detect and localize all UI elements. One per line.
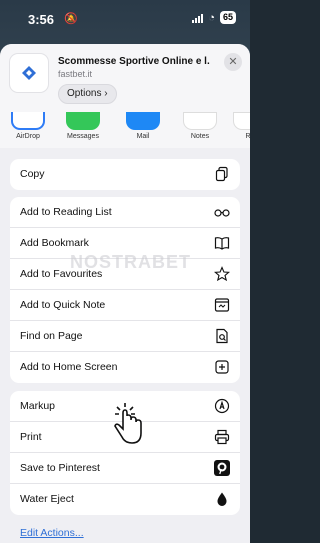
glasses-icon xyxy=(214,204,230,220)
app-messages[interactable]: Messages xyxy=(61,112,105,140)
action-group-copy: Copy xyxy=(10,159,240,190)
app-label: Messages xyxy=(67,133,99,140)
action-label: Water Eject xyxy=(20,493,74,505)
action-label: Print xyxy=(20,431,42,443)
printer-icon xyxy=(214,429,230,445)
app-label: Re xyxy=(245,133,250,140)
share-sheet: Scommesse Sportive Online e l... fastbet… xyxy=(0,44,250,543)
tap-hand-icon xyxy=(114,403,142,444)
action-group-page: Add to Reading List Add Bookmark Add to … xyxy=(10,197,240,383)
reminders-icon xyxy=(233,112,250,130)
options-button[interactable]: Options › xyxy=(58,84,117,104)
action-water-eject[interactable]: Water Eject xyxy=(10,484,240,515)
action-label: Copy xyxy=(20,168,45,180)
star-icon xyxy=(213,266,231,282)
app-row: AirDrop Messages Mail Notes Re xyxy=(0,112,250,148)
copy-icon xyxy=(214,166,230,182)
site-favicon xyxy=(10,54,48,92)
signal-icon xyxy=(192,13,204,23)
book-icon xyxy=(214,235,230,251)
pinterest-icon xyxy=(214,460,230,476)
wifi-icon: ◔ xyxy=(208,11,215,24)
action-label: Save to Pinterest xyxy=(20,462,100,474)
mail-icon xyxy=(126,112,160,130)
action-add-to-home-screen[interactable]: Add to Home Screen xyxy=(10,352,240,383)
action-label: Add to Home Screen xyxy=(20,361,118,373)
app-reminders[interactable]: Re xyxy=(228,112,250,140)
edit-actions-link[interactable]: Edit Actions... xyxy=(20,527,84,539)
markup-icon xyxy=(214,398,230,414)
find-page-icon xyxy=(214,328,230,344)
page-title: Scommesse Sportive Online e l... xyxy=(58,56,210,67)
bell-slash-icon: 🔕 xyxy=(64,13,78,25)
quick-note-icon xyxy=(214,297,230,313)
status-time: 3:56 xyxy=(28,12,55,27)
notes-icon xyxy=(183,112,217,130)
page-url: fastbet.it xyxy=(58,69,93,79)
action-add-to-reading-list[interactable]: Add to Reading List xyxy=(10,197,240,228)
status-bar: 3:56 🔕 ◔ 65 xyxy=(0,0,250,36)
app-mail[interactable]: Mail xyxy=(121,112,165,140)
airdrop-icon xyxy=(11,112,45,130)
action-add-to-quick-note[interactable]: Add to Quick Note xyxy=(10,290,240,321)
close-button[interactable]: ✕ xyxy=(224,53,242,71)
battery-indicator: 65 xyxy=(219,11,236,24)
app-label: AirDrop xyxy=(16,133,40,140)
options-label: Options xyxy=(67,88,102,99)
messages-icon xyxy=(66,112,100,130)
action-label: Add to Quick Note xyxy=(20,299,106,311)
chevron-right-icon: › xyxy=(104,88,108,99)
action-label: Markup xyxy=(20,400,56,412)
action-label: Add Bookmark xyxy=(20,237,89,249)
watermark: NOSTRABET xyxy=(70,252,191,272)
action-copy[interactable]: Copy xyxy=(10,159,240,190)
app-label: Mail xyxy=(136,133,150,140)
app-airdrop[interactable]: AirDrop xyxy=(6,112,50,140)
water-drop-icon xyxy=(214,491,230,507)
action-label: Add to Reading List xyxy=(20,206,112,218)
action-save-to-pinterest[interactable]: Save to Pinterest xyxy=(10,453,240,484)
app-label: Notes xyxy=(190,133,210,140)
action-label: Find on Page xyxy=(20,330,83,342)
plus-square-icon xyxy=(214,359,230,375)
action-find-on-page[interactable]: Find on Page xyxy=(10,321,240,352)
app-notes[interactable]: Notes xyxy=(178,112,222,140)
share-header: Scommesse Sportive Online e l... fastbet… xyxy=(0,44,250,112)
